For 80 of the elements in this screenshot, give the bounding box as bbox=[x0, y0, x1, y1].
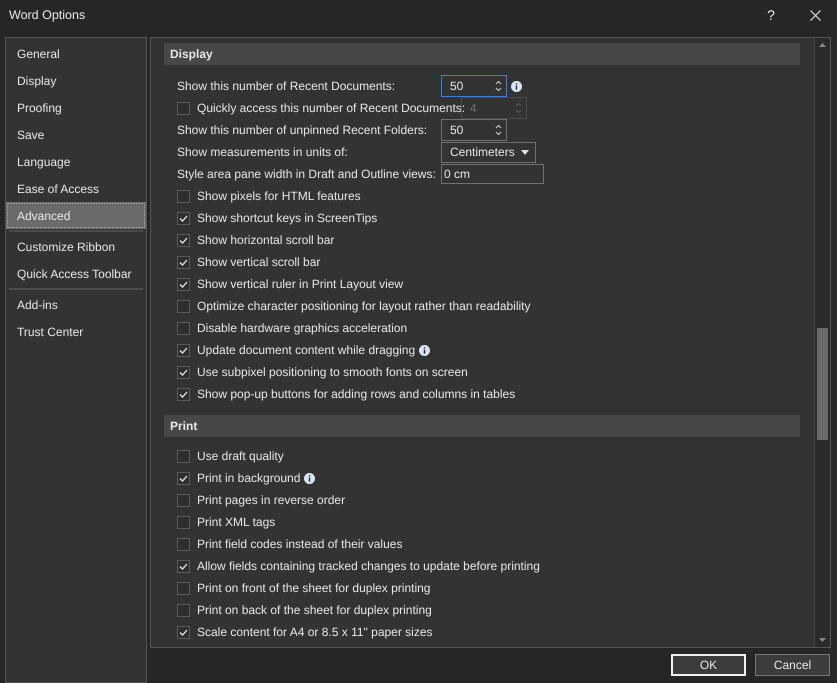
sidebar-item[interactable]: Language bbox=[6, 148, 146, 175]
checkmark-icon bbox=[179, 236, 188, 244]
option-label: Print in background bbox=[197, 470, 300, 487]
number-spinner-field[interactable]: 50 bbox=[441, 75, 507, 97]
checkmark-icon bbox=[179, 214, 188, 222]
checkmark-icon bbox=[179, 346, 188, 354]
option-label: Print pages in reverse order bbox=[197, 492, 346, 509]
checkbox[interactable] bbox=[177, 626, 190, 638]
checkbox[interactable] bbox=[177, 388, 190, 400]
spinner-arrows-icon bbox=[495, 124, 502, 136]
help-button[interactable]: ? bbox=[749, 0, 793, 30]
checkbox[interactable] bbox=[177, 538, 190, 550]
number-spinner-field[interactable]: 50 bbox=[441, 119, 507, 141]
checkmark-icon bbox=[179, 368, 188, 376]
option-label: Show pixels for HTML features bbox=[197, 188, 361, 205]
sidebar-item[interactable]: General bbox=[6, 40, 146, 67]
option-label: Show vertical ruler in Print Layout view bbox=[197, 276, 404, 293]
option-label: Use subpixel positioning to smooth fonts on screen bbox=[197, 364, 468, 381]
option-label: Show horizontal scroll bar bbox=[197, 232, 334, 249]
option-label: Show shortcut keys in ScreenTips bbox=[197, 210, 378, 227]
ok-button[interactable]: OK bbox=[671, 654, 746, 676]
sidebar-item[interactable]: Display bbox=[6, 67, 146, 94]
checkbox[interactable] bbox=[177, 366, 190, 378]
checkbox[interactable] bbox=[177, 344, 190, 356]
checkbox[interactable] bbox=[177, 494, 190, 506]
checkmark-icon bbox=[179, 390, 188, 398]
dropdown-arrow-icon bbox=[521, 150, 529, 154]
checkmark-icon bbox=[179, 628, 188, 636]
sidebar-item[interactable]: Add-ins bbox=[6, 291, 146, 318]
sidebar-item[interactable]: Ease of Access bbox=[6, 175, 146, 202]
checkbox[interactable] bbox=[177, 212, 190, 224]
checkmark-icon bbox=[179, 562, 188, 570]
checkbox[interactable] bbox=[177, 582, 190, 594]
option-label: Update document content while dragging bbox=[197, 342, 416, 359]
checkmark-icon bbox=[179, 258, 188, 266]
section-header: Print bbox=[164, 415, 800, 437]
section-header: Display bbox=[164, 43, 800, 65]
checkbox[interactable] bbox=[177, 234, 190, 246]
checkbox[interactable] bbox=[177, 472, 190, 484]
checkbox[interactable] bbox=[177, 560, 190, 572]
sidebar-item[interactable]: Advanced bbox=[6, 202, 146, 229]
option-label: Disable hardware graphics acceleration bbox=[197, 320, 408, 337]
option-label: Print XML tags bbox=[197, 514, 276, 531]
cancel-button[interactable]: Cancel bbox=[755, 654, 830, 676]
option-label: Show pop-up buttons for adding rows and columns in tables bbox=[197, 386, 516, 403]
vertical-scrollbar[interactable] bbox=[814, 38, 830, 647]
spinner-arrows-icon bbox=[515, 102, 522, 114]
close-icon bbox=[810, 10, 820, 20]
sidebar-item[interactable]: Save bbox=[6, 121, 146, 148]
option-label: Optimize character positioning for layout rather than readability bbox=[197, 298, 531, 315]
option-label: Use draft quality bbox=[197, 448, 284, 465]
option-label: Scale content for A4 or 8.5 x 11" paper sizes bbox=[197, 624, 433, 641]
sidebar-item[interactable]: Proofing bbox=[6, 94, 146, 121]
option-label: Show this number of Recent Documents: bbox=[177, 79, 396, 93]
scrollbar-thumb[interactable] bbox=[817, 328, 828, 440]
option-label: Print on back of the sheet for duplex printing bbox=[197, 602, 432, 619]
option-label: Allow fields containing tracked changes to update before printing bbox=[197, 558, 540, 575]
sidebar-item[interactable]: Quick Access Toolbar bbox=[6, 260, 146, 287]
option-label: Style area pane width in Draft and Outline views: bbox=[177, 167, 436, 181]
option-label: Print field codes instead of their values bbox=[197, 536, 402, 553]
sidebar-item[interactable]: Trust Center bbox=[6, 318, 146, 345]
sidebar-item[interactable]: Customize Ribbon bbox=[6, 233, 146, 260]
checkbox[interactable] bbox=[177, 604, 190, 616]
option-label: Print on front of the sheet for duplex printing bbox=[197, 580, 430, 597]
checkbox[interactable] bbox=[177, 516, 190, 528]
option-label: Show measurements in units of: bbox=[177, 145, 348, 159]
spinner-arrows-icon bbox=[495, 80, 502, 92]
checkbox[interactable] bbox=[177, 190, 190, 202]
width-input-field[interactable]: 0 cm bbox=[441, 164, 544, 184]
window-title: Word Options bbox=[9, 6, 86, 24]
checkmark-icon bbox=[179, 474, 188, 482]
units-dropdown[interactable]: Centimeters bbox=[441, 142, 536, 162]
checkbox[interactable] bbox=[177, 300, 190, 312]
checkbox[interactable] bbox=[177, 450, 190, 462]
option-label: Show vertical scroll bar bbox=[197, 254, 320, 271]
checkbox[interactable] bbox=[177, 256, 190, 268]
option-label: Show this number of unpinned Recent Folders: bbox=[177, 123, 428, 137]
checkbox[interactable] bbox=[177, 322, 190, 334]
checkbox[interactable] bbox=[177, 278, 190, 290]
checkmark-icon bbox=[179, 280, 188, 288]
